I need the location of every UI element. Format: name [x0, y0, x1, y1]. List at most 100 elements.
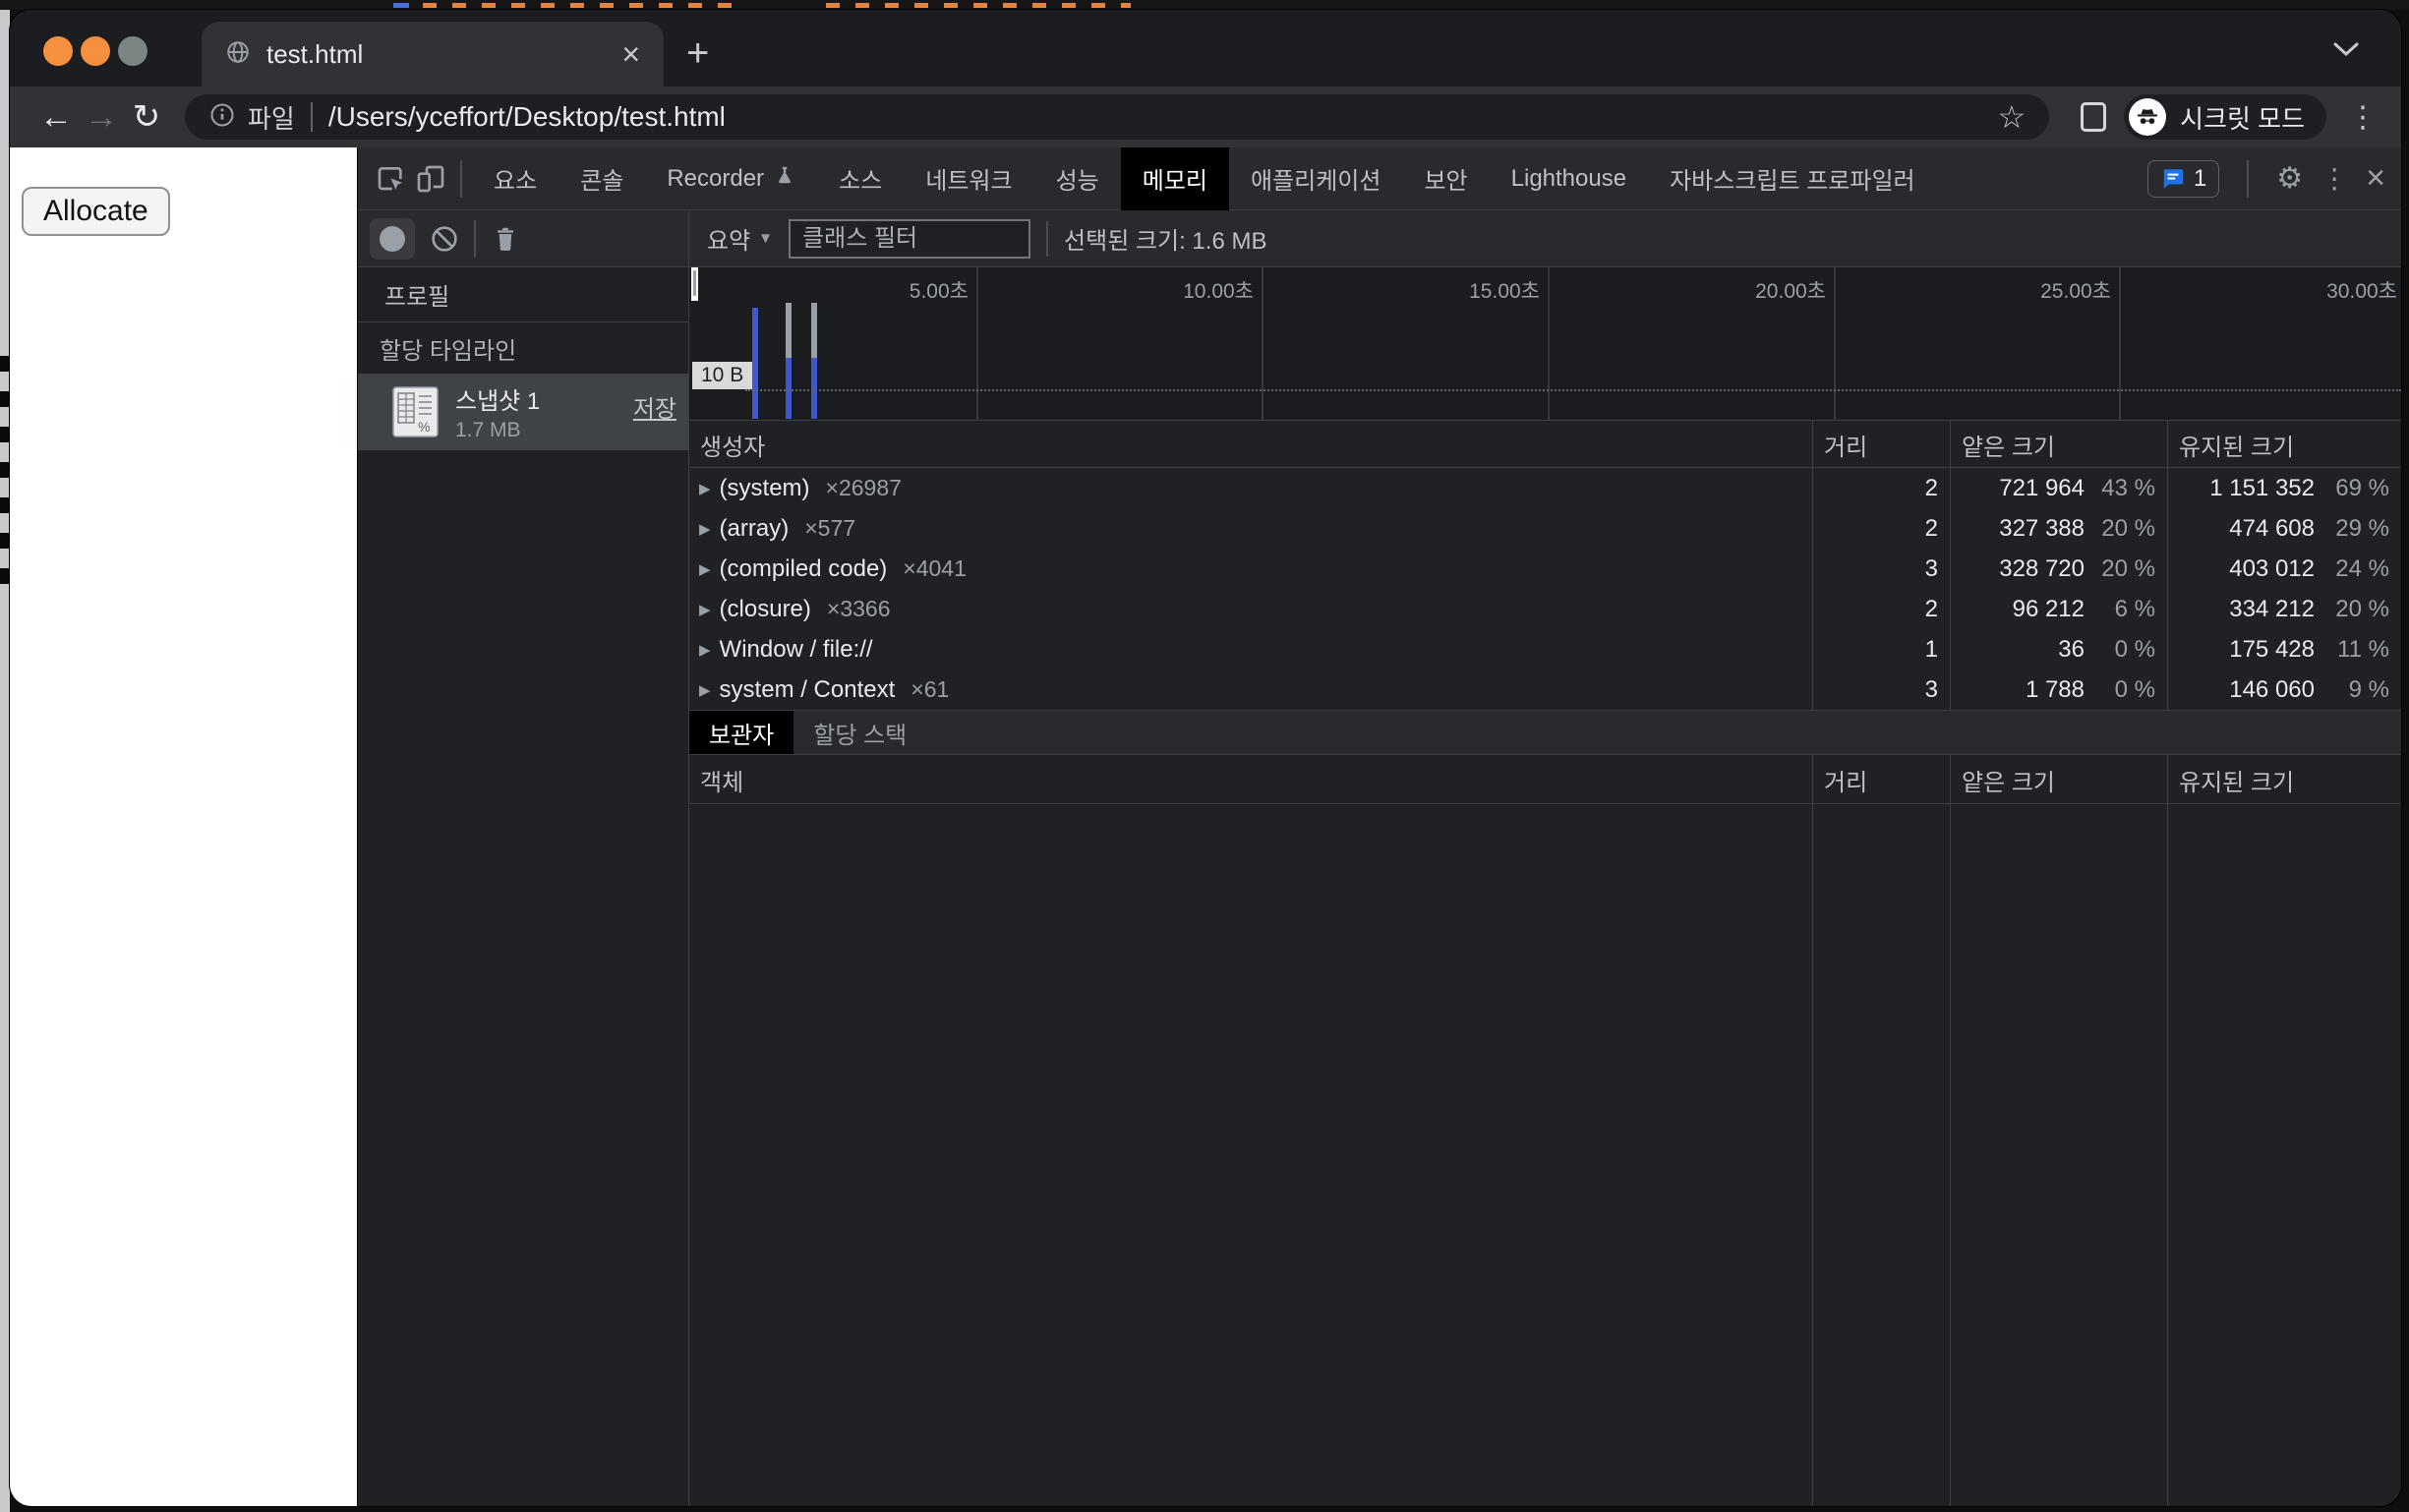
row-expand-icon[interactable]: ▶ [699, 560, 711, 578]
retained-size-cell: 334 212 20 % [2167, 589, 2401, 629]
size-gridline [745, 389, 2401, 391]
retainers-table-header: 객체 거리 얕은 크기 유지된 크기 [689, 755, 2401, 804]
retained-size-value: 474 608 [2168, 515, 2315, 543]
device-toolbar-icon[interactable] [411, 159, 450, 199]
info-icon[interactable] [208, 101, 236, 134]
distance-value: 3 [1812, 669, 1950, 710]
perspective-select[interactable]: 요약 ▼ [707, 221, 773, 256]
tab-js-profiler[interactable]: 자바스크립트 프로파일러 [1648, 147, 1937, 210]
column-object[interactable]: 객체 [689, 755, 1812, 804]
distance-value: 2 [1812, 589, 1950, 629]
tab-retainers[interactable]: 보관자 [689, 711, 793, 754]
side-panel-icon[interactable] [2081, 102, 2106, 132]
timeline-selection-handle[interactable] [691, 267, 698, 301]
record-button[interactable] [370, 218, 415, 260]
browser-menu-icon[interactable]: ⋮ [2348, 100, 2378, 135]
save-snapshot-link[interactable]: 저장 [633, 389, 676, 424]
shallow-size-cell: 721 964 43 % [1950, 468, 2167, 508]
allocation-timeline-chart[interactable]: 5.00초10.00초15.00초20.00초25.00초30.00초 10 B [689, 267, 2401, 421]
retained-size-value: 403 012 [2168, 555, 2315, 583]
tab-elements[interactable]: 요소 [472, 147, 558, 210]
address-bar[interactable]: 파일 /Users/yceffort/Desktop/test.html ☆ [185, 94, 2049, 140]
retained-size-percent: 24 % [2315, 555, 2389, 583]
new-tab-button[interactable]: + [686, 31, 709, 76]
retained-size-percent: 9 % [2315, 676, 2389, 704]
row-expand-icon[interactable]: ▶ [699, 480, 711, 497]
reload-button[interactable]: ↻ [124, 97, 169, 137]
column-shallow-size[interactable]: 얕은 크기 [1950, 755, 2167, 804]
traffic-light-zoom-button[interactable] [118, 36, 147, 66]
background-text-sliver [0, 356, 9, 602]
devtools-tabbar: 요소 콘솔 Recorder 소스 네트워크 성능 메모리 애플리케이션 보안 … [358, 147, 2401, 210]
allocation-bar [786, 303, 792, 419]
browser-window: test.html × + ← → ↻ 파일 /Users/yceffor [10, 10, 2401, 1506]
devtools-right-controls: 1 ⚙ ⋮ × [2147, 159, 2401, 198]
shallow-size-value: 328 720 [1951, 555, 2085, 583]
browser-tab[interactable]: test.html × [202, 22, 664, 87]
heap-table-row[interactable]: ▶ (compiled code) ×4041 3 328 720 20 % [689, 549, 2401, 589]
allocate-button[interactable]: Allocate [22, 187, 170, 236]
toolbar-separator [474, 220, 476, 258]
traffic-light-minimize-button[interactable] [81, 36, 110, 66]
tab-application[interactable]: 애플리케이션 [1229, 147, 1402, 210]
tab-console[interactable]: 콘솔 [558, 147, 645, 210]
issues-icon [2160, 166, 2186, 192]
snapshot-item[interactable]: % 스냅샷 1 1.7 MB 저장 [358, 374, 688, 450]
tab-allocation-stack[interactable]: 할당 스택 [793, 711, 926, 754]
allocation-timelines-section[interactable]: 할당 타임라인 [358, 322, 688, 374]
column-constructor[interactable]: 생성자 [689, 421, 1812, 468]
incognito-badge: 시크릿 모드 [2124, 94, 2326, 140]
allocation-bar [752, 308, 758, 419]
delete-profile-icon[interactable] [486, 219, 525, 259]
heap-table-row[interactable]: ▶ system / Context ×61 3 1 788 0 % [689, 669, 2401, 710]
tab-close-icon[interactable]: × [621, 38, 640, 70]
background-top-mark-blue [393, 3, 409, 8]
heap-table-row[interactable]: ▶ (closure) ×3366 2 96 212 6 % [689, 589, 2401, 629]
traffic-light-close-button[interactable] [43, 36, 73, 66]
tab-performance[interactable]: 성능 [1034, 147, 1121, 210]
column-shallow-size[interactable]: 얕은 크기 [1950, 421, 2167, 468]
timeline-tick-label: 5.00초 [772, 275, 969, 305]
column-retained-size[interactable]: 유지된 크기 [2167, 421, 2401, 468]
issues-counter[interactable]: 1 [2147, 160, 2219, 198]
tab-security[interactable]: 보안 [1402, 147, 1489, 210]
profiles-sidebar: 프로필 할당 타임라인 % 스냅샷 1 [358, 267, 689, 1506]
settings-gear-icon[interactable]: ⚙ [2276, 161, 2303, 196]
row-expand-icon[interactable]: ▶ [699, 641, 711, 659]
web-page: Allocate [10, 147, 357, 1506]
class-filter-input[interactable] [789, 219, 1030, 259]
chevron-down-icon: ▼ [758, 230, 773, 247]
devtools-menu-icon[interactable]: ⋮ [2321, 162, 2348, 195]
shallow-size-cell: 328 720 20 % [1950, 549, 2167, 589]
tab-lighthouse[interactable]: Lighthouse [1490, 147, 1648, 210]
instance-count: ×3366 [827, 596, 891, 622]
row-expand-icon[interactable]: ▶ [699, 520, 711, 538]
timeline-tick-label: 30.00초 [2201, 275, 2397, 305]
column-retained-size[interactable]: 유지된 크기 [2167, 755, 2401, 804]
profiles-heading: 프로필 [358, 267, 688, 322]
heap-table-row[interactable]: ▶ Window / file:// 1 36 0 % [689, 629, 2401, 669]
timeline-tick-label: 15.00초 [1343, 275, 1540, 305]
inspect-element-icon[interactable] [372, 159, 411, 199]
timeline-gridline [1548, 267, 1550, 420]
devtools-close-icon[interactable]: × [2366, 159, 2385, 198]
clear-profiles-icon[interactable] [425, 219, 464, 259]
timeline-tick-label: 25.00초 [1914, 275, 2111, 305]
tab-sources[interactable]: 소스 [817, 147, 904, 210]
column-distance[interactable]: 거리 [1812, 421, 1950, 468]
tab-network[interactable]: 네트워크 [904, 147, 1033, 210]
tab-memory[interactable]: 메모리 [1121, 147, 1229, 210]
heap-table-row[interactable]: ▶ (array) ×577 2 327 388 20 % [689, 508, 2401, 549]
back-button[interactable]: ← [33, 98, 79, 137]
retained-size-value: 1 151 352 [2168, 475, 2315, 502]
tab-recorder[interactable]: Recorder [645, 147, 817, 210]
instance-count: ×26987 [826, 475, 902, 501]
retained-size-cell: 175 428 11 % [2167, 629, 2401, 669]
heap-table-row[interactable]: ▶ (system) ×26987 2 721 964 43 % [689, 468, 2401, 508]
row-expand-icon[interactable]: ▶ [699, 681, 711, 699]
row-expand-icon[interactable]: ▶ [699, 601, 711, 618]
forward-button[interactable]: → [79, 98, 124, 137]
column-distance[interactable]: 거리 [1812, 755, 1950, 804]
bookmark-star-icon[interactable]: ☆ [1997, 98, 2026, 136]
tab-search-chevron-icon[interactable] [2332, 41, 2360, 62]
